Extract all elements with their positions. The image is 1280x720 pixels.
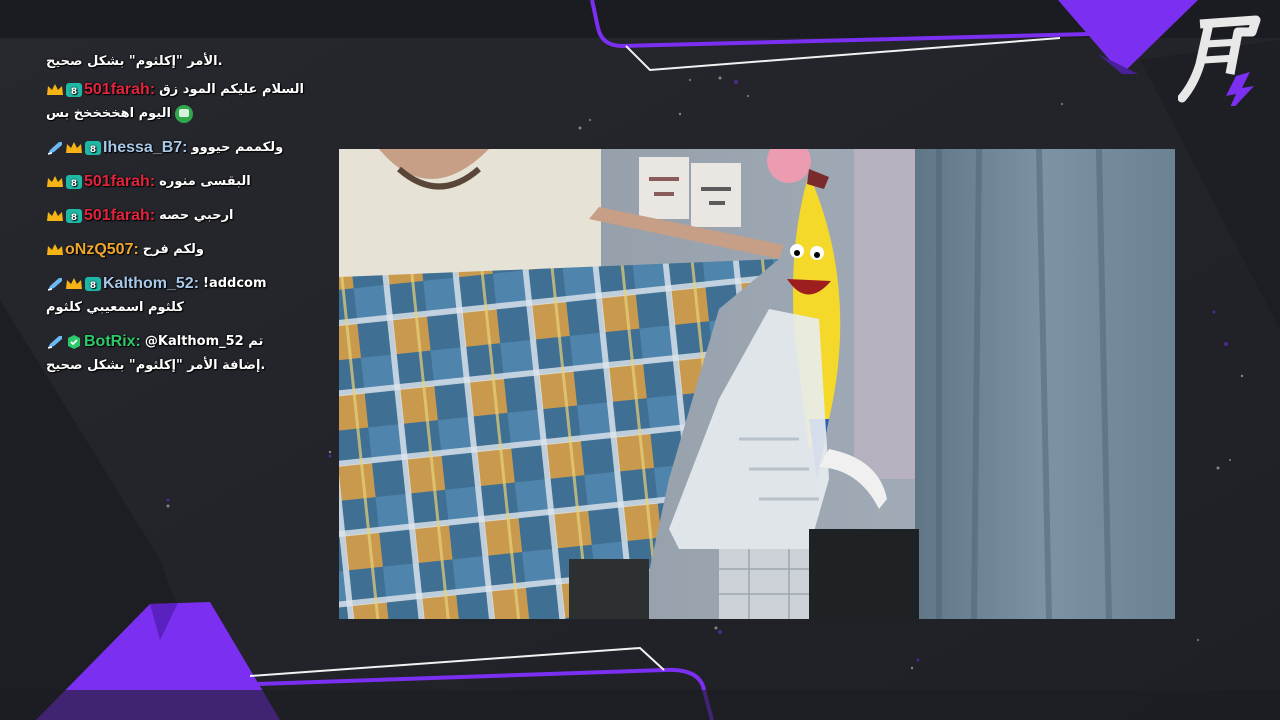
chat-message-text: @Kalthom_52 تم [144,334,264,349]
chat-username[interactable]: BotRix: [84,330,141,354]
sub-badge-icon: 8 [65,208,83,224]
svg-text:8: 8 [71,179,77,189]
svg-text:8: 8 [90,281,96,291]
chat-username[interactable]: 501farah: [84,78,155,102]
chat-message: الأمر "إكلثوم" بشكل صحيح. [46,50,316,74]
webcam-feed [339,149,1175,619]
sub-badge-icon: 8 [84,276,102,292]
chat-username[interactable]: Ihessa_B7: [103,136,188,160]
chat-overlay: الأمر "إكلثوم" بشكل صحيح. 8 501farah: ال… [46,50,316,388]
chat-message-text: البقسى منوره [159,174,251,189]
emote-icon [174,105,193,123]
svg-text:8: 8 [71,213,77,223]
chat-message-text-continued: إضافة الأمر "إكلثوم" بشكل صحيح. [46,358,266,373]
chat-message-text-continued: اليوم اهخخخخخ بس [46,106,171,121]
crown-badge-icon [46,82,64,98]
sword-badge-icon [46,276,64,292]
sub-badge-icon: 8 [84,140,102,156]
crown-badge-icon [65,276,83,292]
chat-message-text: ارحبي حصه [159,208,234,223]
crown-badge-icon [46,208,64,224]
sword-badge-icon [46,140,64,156]
chat-message-text: ولكممم حيووو [191,140,284,155]
chat-message: 8 Kalthom_52: !addcom كلثوم اسمعيبي كلثو… [46,272,316,320]
chat-message-text: السلام عليكم المود زق [159,82,304,97]
chat-message: 8 501farah: السلام عليكم المود زق اليوم … [46,78,316,126]
stream-overlay: الأمر "إكلثوم" بشكل صحيح. 8 501farah: ال… [0,0,1280,720]
chat-message: oNzQ507: ولكم فرح [46,238,316,262]
svg-text:8: 8 [71,87,77,97]
bot-badge-icon [65,334,83,350]
crown-badge-icon [46,174,64,190]
chat-message-text: الأمر "إكلثوم" بشكل صحيح. [46,54,223,69]
chat-username[interactable]: Kalthom_52: [103,272,199,296]
chat-username[interactable]: 501farah: [84,204,155,228]
chat-message-text: ولكم فرح [142,242,205,257]
sub-badge-icon: 8 [65,82,83,98]
chat-username[interactable]: 501farah: [84,170,155,194]
webcam-scene [339,149,1175,619]
chat-message-text: !addcom [203,276,267,291]
crown-badge-icon [65,140,83,156]
chat-message: 8 501farah: ارحبي حصه [46,204,316,228]
chat-username[interactable]: oNzQ507: [65,238,139,262]
chat-message: 8 501farah: البقسى منوره [46,170,316,194]
moon-kanji-logo-icon [1177,15,1261,116]
crown-badge-icon [46,242,64,258]
sub-badge-icon: 8 [65,174,83,190]
chat-message: 8 Ihessa_B7: ولكممم حيووو [46,136,316,160]
chat-message: BotRix: @Kalthom_52 تم إضافة الأمر "إكلث… [46,330,316,378]
sword-badge-icon [46,334,64,350]
svg-text:8: 8 [90,145,96,155]
channel-logo [1177,14,1270,116]
chat-message-text-continued: كلثوم اسمعيبي كلثوم [46,300,184,315]
